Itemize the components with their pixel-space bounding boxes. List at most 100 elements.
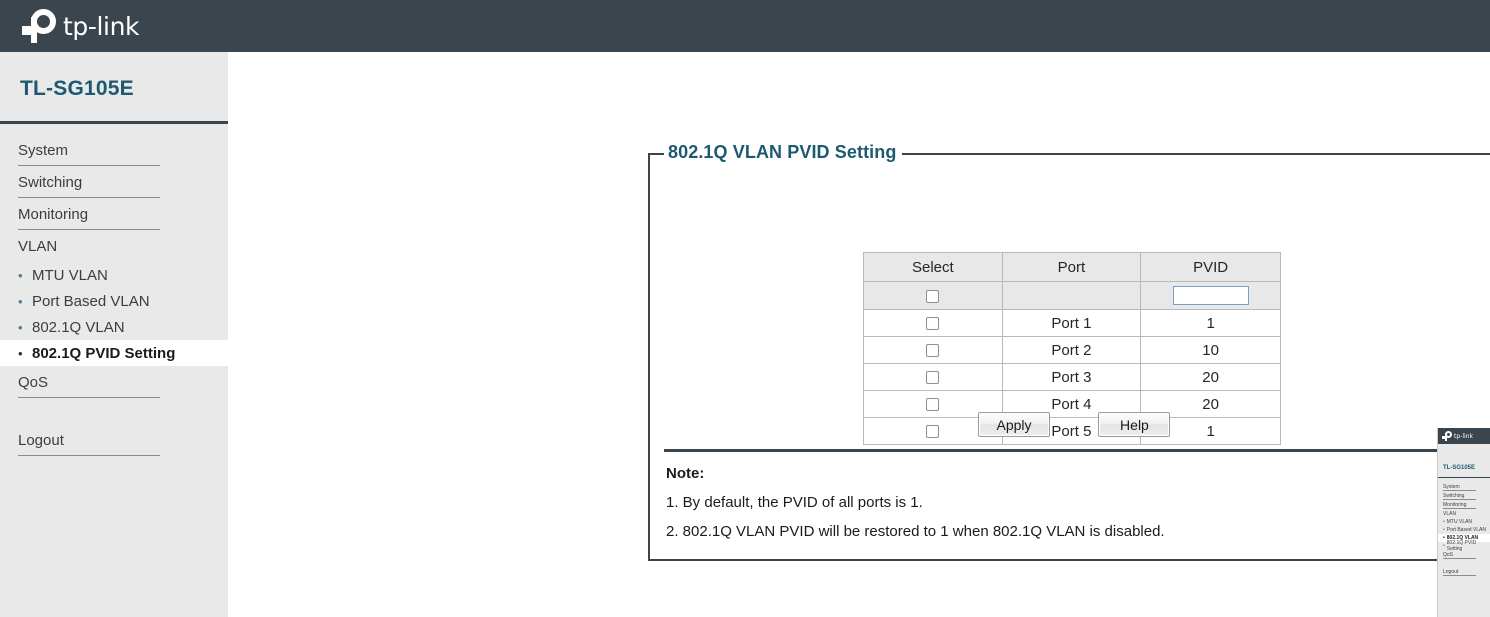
mini-sidebar-spacer	[1438, 559, 1490, 567]
table-row: Port 2 10	[863, 336, 1281, 364]
mini-sidebar-item-mtu-vlan[interactable]: • MTU VLAN	[1438, 518, 1490, 526]
mini-sidebar-item-system[interactable]: System	[1438, 482, 1490, 491]
mini-sidebar-item-vlan[interactable]: VLAN	[1438, 509, 1490, 518]
mini-sidebar-item-port-based-vlan[interactable]: • Port Based VLAN	[1438, 526, 1490, 534]
mini-sidebar-nav: System Switching Monitoring VLAN • MTU V…	[1438, 482, 1490, 576]
mini-device-model-name: TL-SG105E	[1443, 465, 1476, 471]
help-button[interactable]: Help	[1098, 412, 1171, 437]
sidebar-item-label: Logout	[18, 431, 64, 449]
sidebar-item-8021q-vlan[interactable]: • 802.1Q VLAN	[0, 314, 228, 340]
bulk-port-cell	[1001, 281, 1142, 310]
note-title: Note:	[666, 465, 705, 482]
bullet-icon: •	[1443, 543, 1445, 549]
bullet-icon: •	[18, 319, 23, 335]
table-row: Port 3 20	[863, 363, 1281, 391]
pvid-settings-panel: 802.1Q VLAN PVID Setting Select Port PVI…	[648, 142, 1490, 561]
sidebar-item-switching[interactable]: Switching	[0, 166, 228, 198]
mini-sidebar-item-label: MTU VLAN	[1446, 519, 1473, 525]
miniature-page-overlay[interactable]: tp-link TL-SG105E System Switching Monit…	[1437, 428, 1490, 617]
row-port-cell: Port 1	[1001, 309, 1142, 337]
note-line-1: 1. By default, the PVID of all ports is …	[666, 494, 923, 511]
mini-sidebar-item-switching[interactable]: Switching	[1438, 491, 1490, 500]
sidebar-nav: System Switching Monitoring VLAN • MTU V…	[0, 134, 228, 456]
brand-logo[interactable]: tp-link	[22, 9, 140, 43]
sidebar-item-label: QoS	[18, 373, 49, 391]
sidebar-item-label: Port Based VLAN	[32, 292, 150, 310]
action-buttons: Apply Help	[978, 412, 1214, 437]
mini-sidebar-item-label: Logout	[1443, 568, 1459, 575]
row-select-cell	[863, 309, 1003, 337]
bullet-icon: •	[1443, 535, 1445, 541]
column-header-select: Select	[863, 252, 1003, 282]
sidebar-item-label: 802.1Q VLAN	[32, 318, 125, 336]
mini-sidebar-item-logout[interactable]: Logout	[1438, 567, 1490, 576]
row-checkbox[interactable]	[926, 344, 940, 358]
sidebar-item-label: VLAN	[18, 237, 58, 255]
apply-button[interactable]: Apply	[978, 412, 1050, 437]
device-model-name: TL-SG105E	[20, 77, 134, 100]
sidebar-item-8021q-pvid-setting[interactable]: • 802.1Q PVID Setting	[0, 340, 228, 366]
row-pvid-cell: 1	[1140, 309, 1281, 337]
sidebar-title-divider	[0, 121, 228, 124]
mini-sidebar-item-label: VLAN	[1443, 510, 1457, 517]
mini-sidebar-title-divider	[1438, 477, 1490, 478]
row-pvid-cell: 10	[1140, 336, 1281, 364]
mini-sidebar-item-monitoring[interactable]: Monitoring	[1438, 500, 1490, 509]
row-select-cell	[863, 336, 1003, 364]
main-content: 802.1Q VLAN PVID Setting Select Port PVI…	[228, 95, 1490, 617]
sidebar-item-label: Monitoring	[18, 205, 89, 223]
mini-brand-logo-text: tp-link	[1454, 432, 1473, 440]
sidebar-item-label: System	[18, 141, 69, 159]
bullet-icon: •	[18, 345, 23, 361]
mini-sidebar-item-8021q-pvid-setting[interactable]: • 802.1Q PVID Setting	[1438, 540, 1490, 552]
tplink-logo-icon	[1442, 431, 1452, 441]
bulk-pvid-cell	[1140, 281, 1281, 310]
bulk-edit-row	[863, 281, 1281, 310]
page-root: tp-link TL-SG105E System Switching Monit…	[0, 0, 1490, 617]
mini-sidebar-item-label: Switching	[1443, 492, 1465, 499]
row-checkbox[interactable]	[926, 371, 940, 385]
sidebar-item-vlan[interactable]: VLAN	[0, 230, 228, 262]
sidebar-item-mtu-vlan[interactable]: • MTU VLAN	[0, 262, 228, 288]
row-pvid-cell: 20	[1140, 363, 1281, 391]
sidebar-item-label: MTU VLAN	[32, 266, 108, 284]
note-divider	[664, 449, 1490, 452]
table-row: Port 1 1	[863, 309, 1281, 337]
mini-sidebar: TL-SG105E System Switching Monitoring VL…	[1438, 444, 1490, 617]
table-header-row: Select Port PVID	[863, 252, 1281, 282]
select-all-checkbox[interactable]	[926, 289, 940, 303]
bullet-icon: •	[1443, 527, 1445, 533]
sidebar-item-system[interactable]: System	[0, 134, 228, 166]
brand-logo-text: tp-link	[63, 11, 140, 41]
row-port-cell: Port 3	[1001, 363, 1142, 391]
sidebar: TL-SG105E System Switching Monitoring VL…	[0, 52, 228, 617]
note-section: Note: 1. By default, the PVID of all por…	[666, 465, 1165, 552]
row-checkbox[interactable]	[926, 317, 940, 331]
mini-sidebar-item-qos[interactable]: QoS	[1438, 550, 1490, 559]
sidebar-item-logout[interactable]: Logout	[0, 424, 228, 456]
row-checkbox[interactable]	[926, 425, 940, 439]
column-header-port: Port	[1001, 252, 1142, 282]
mini-sidebar-item-label: System	[1443, 483, 1460, 490]
note-line-2: 2. 802.1Q VLAN PVID will be restored to …	[666, 523, 1165, 540]
row-port-cell: Port 2	[1001, 336, 1142, 364]
bullet-icon: •	[18, 267, 23, 283]
sidebar-item-label: Switching	[18, 173, 83, 191]
row-checkbox[interactable]	[926, 398, 940, 412]
bulk-select-cell	[863, 281, 1003, 310]
column-header-pvid: PVID	[1140, 252, 1281, 282]
top-brand-bar: tp-link	[0, 0, 1490, 52]
bullet-icon: •	[1443, 519, 1445, 525]
sidebar-item-port-based-vlan[interactable]: • Port Based VLAN	[0, 288, 228, 314]
mini-brand-logo: tp-link	[1442, 431, 1473, 441]
sidebar-item-qos[interactable]: QoS	[0, 366, 228, 398]
mini-sidebar-item-label: Port Based VLAN	[1446, 527, 1486, 533]
sidebar-item-label: 802.1Q PVID Setting	[32, 344, 176, 362]
sidebar-item-monitoring[interactable]: Monitoring	[0, 198, 228, 230]
tplink-logo-icon	[22, 9, 56, 43]
pvid-input[interactable]	[1172, 286, 1249, 305]
mini-sidebar-item-label: Monitoring	[1443, 501, 1467, 508]
mini-sidebar-item-label: QoS	[1443, 551, 1454, 558]
panel-title: 802.1Q VLAN PVID Setting	[664, 142, 903, 163]
